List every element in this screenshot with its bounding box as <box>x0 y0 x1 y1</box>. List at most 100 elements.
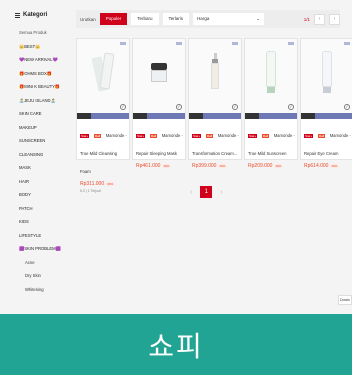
sidebar-item[interactable]: MAKEUP <box>6 121 62 135</box>
product-price: Rp399.000 <box>192 163 217 169</box>
brand-tag <box>288 42 294 45</box>
sidebar-item[interactable]: Semua Produk <box>6 26 62 40</box>
star-badge: Star+ <box>136 134 146 138</box>
promo-strip <box>245 113 297 119</box>
sidebar-item[interactable]: LIFESTYLE <box>6 229 62 243</box>
mall-badge: Mall <box>149 134 158 138</box>
sidebar-item[interactable]: HAIR <box>6 175 62 189</box>
product-price: Rp614.000 <box>304 163 329 169</box>
product-info: Star+ Mall Mamonde - Repair Sleeping Mas… <box>136 124 183 169</box>
sidebar-item[interactable]: CLEANSING <box>6 148 62 162</box>
category-sidebar: Kategori Semua Produk 👑BEST👑 💜NEW ARRIVAL💜… <box>0 0 62 314</box>
product-price: Rp311.000 <box>80 181 105 187</box>
product-card[interactable]: ✓ Star+ Mall Mamonde - Transformation Cre… <box>188 38 242 169</box>
category-header: Kategori <box>15 12 62 18</box>
product-image[interactable]: ✓ <box>189 39 241 119</box>
sort-bar: Urutkan Populer Terbaru Terlaris Harga ⌄… <box>76 10 340 28</box>
mall-badge: Mall <box>317 134 326 138</box>
sort-newest-button[interactable]: Terbaru <box>131 13 159 25</box>
discount-badge: 30% <box>330 164 339 168</box>
category-list: Semua Produk 👑BEST👑 💜NEW ARRIVAL💜 🎁OHMS BOX… <box>6 26 62 296</box>
page-indicator: 1/1 <box>303 16 310 22</box>
promo-strip <box>301 113 352 119</box>
sidebar-item[interactable]: 🏝️JEJU ISLAND🏝️ <box>6 94 62 108</box>
mall-badge: Mall <box>261 134 270 138</box>
product-image[interactable]: ✓ <box>245 39 297 119</box>
price-row: Rp614.000 30% <box>304 163 351 169</box>
sidebar-item[interactable]: MASK <box>6 161 62 175</box>
banner-text: 쇼피 <box>148 329 204 363</box>
product-info: Star+ Mall Mamonde - Transformation Crea… <box>192 124 239 169</box>
price-row: Rp311.000 30% <box>80 181 127 187</box>
promo-strip <box>133 113 185 119</box>
product-price: Rp209.000 <box>248 163 273 169</box>
star-badge: Star+ <box>192 134 202 138</box>
next-page-icon[interactable]: › <box>329 13 340 25</box>
sidebar-item[interactable]: Acne <box>6 256 62 270</box>
star-badge: Star+ <box>248 134 258 138</box>
product-card[interactable]: ✓ Star+ Mall Mamonde - Repair Sleeping Ma… <box>132 38 186 169</box>
sidebar-item[interactable]: PATCH <box>6 202 62 216</box>
product-image[interactable]: ✓ <box>77 39 129 119</box>
sort-popular-button[interactable]: Populer <box>99 13 128 25</box>
brand-tag <box>176 42 182 45</box>
product-card[interactable]: ✓ Star+ Mall Mamonde - True Mild Cleansin… <box>76 38 130 193</box>
sidebar-item[interactable]: 🎁OHMS BOX🎁 <box>6 67 62 81</box>
product-area: Urutkan Populer Terbaru Terlaris Harga ⌄… <box>64 0 352 314</box>
sidebar-item[interactable]: KIDS <box>6 215 62 229</box>
mall-badge: Mall <box>205 134 214 138</box>
product-card[interactable]: ✓ Star+ Mall Mamonde - True Mild Sunscree… <box>244 38 298 169</box>
prev-page-icon[interactable]: ‹ <box>314 13 325 25</box>
price-row: Rp461.000 30% <box>136 163 183 169</box>
pagination-prev-icon[interactable]: ‹ <box>190 189 192 196</box>
product-card[interactable]: ✓ Star+ Mall Mamonde - Repair Eye Cream Rp… <box>300 38 352 169</box>
discount-badge: 30% <box>162 164 171 168</box>
star-badge: Star+ <box>80 134 90 138</box>
sidebar-item[interactable]: Whitening <box>6 283 62 297</box>
sidebar-item[interactable]: SUNSCREEN <box>6 134 62 148</box>
promo-strip <box>189 113 241 119</box>
sidebar-item[interactable]: BODY <box>6 188 62 202</box>
chevron-down-icon: ⌄ <box>256 16 261 21</box>
check-icon: ✓ <box>120 104 126 110</box>
sidebar-item[interactable]: Dry Skin <box>6 269 62 283</box>
product-name[interactable]: Mamonde - True Mild Cleansing Foam <box>80 133 127 174</box>
product-info: Star+ Mall Mamonde - True Mild Cleansing… <box>80 124 127 193</box>
discount-badge: 30% <box>274 164 283 168</box>
discount-badge: 30% <box>218 164 227 168</box>
price-select-label: Harga <box>197 16 210 21</box>
mall-badge: Mall <box>93 134 102 138</box>
sidebar-item[interactable]: SKIN CARE <box>6 107 62 121</box>
promo-strip <box>77 113 129 119</box>
brand-tag <box>232 42 238 45</box>
price-row: Rp209.000 30% <box>248 163 295 169</box>
price-sort-select[interactable]: Harga ⌄ <box>193 13 265 25</box>
menu-icon <box>15 12 20 18</box>
sort-bestselling-button[interactable]: Terlaris <box>162 13 190 25</box>
product-image[interactable]: ✓ <box>301 39 352 119</box>
product-info: Star+ Mall Mamonde - Repair Eye Cream Rp6… <box>304 124 351 169</box>
shopee-store-page: Kategori Semua Produk 👑BEST👑 💜NEW ARRIVAL💜… <box>0 0 352 375</box>
brand-tag <box>120 42 126 45</box>
sidebar-item[interactable]: 🎁MINI K BEAUTY🎁 <box>6 80 62 94</box>
sidebar-item[interactable]: 🟪SKIN PROBLEM🟪 <box>6 242 62 256</box>
category-title: Kategori <box>23 12 48 18</box>
check-icon: ✓ <box>176 104 182 110</box>
download-tab[interactable]: Dowlo <box>338 295 352 305</box>
product-grid: ✓ Star+ Mall Mamonde - True Mild Cleansin… <box>76 38 352 193</box>
pagination: ‹ 1 › <box>190 186 223 198</box>
pagination-next-icon[interactable]: › <box>220 189 222 196</box>
sidebar-item[interactable]: 💜NEW ARRIVAL💜 <box>6 53 62 67</box>
check-icon: ✓ <box>288 104 294 110</box>
pagination-page-current[interactable]: 1 <box>200 186 213 198</box>
product-image[interactable]: ✓ <box>133 39 185 119</box>
product-info: Star+ Mall Mamonde - True Mild Sunscreen… <box>248 124 295 169</box>
product-price: Rp461.000 <box>136 163 161 169</box>
star-badge: Star+ <box>304 134 314 138</box>
discount-badge: 30% <box>106 182 115 186</box>
sort-label: Urutkan <box>80 16 96 22</box>
sidebar-item[interactable]: 👑BEST👑 <box>6 40 62 54</box>
price-row: Rp399.000 30% <box>192 163 239 169</box>
check-icon: ✓ <box>232 104 238 110</box>
check-icon: ✓ <box>344 104 350 110</box>
